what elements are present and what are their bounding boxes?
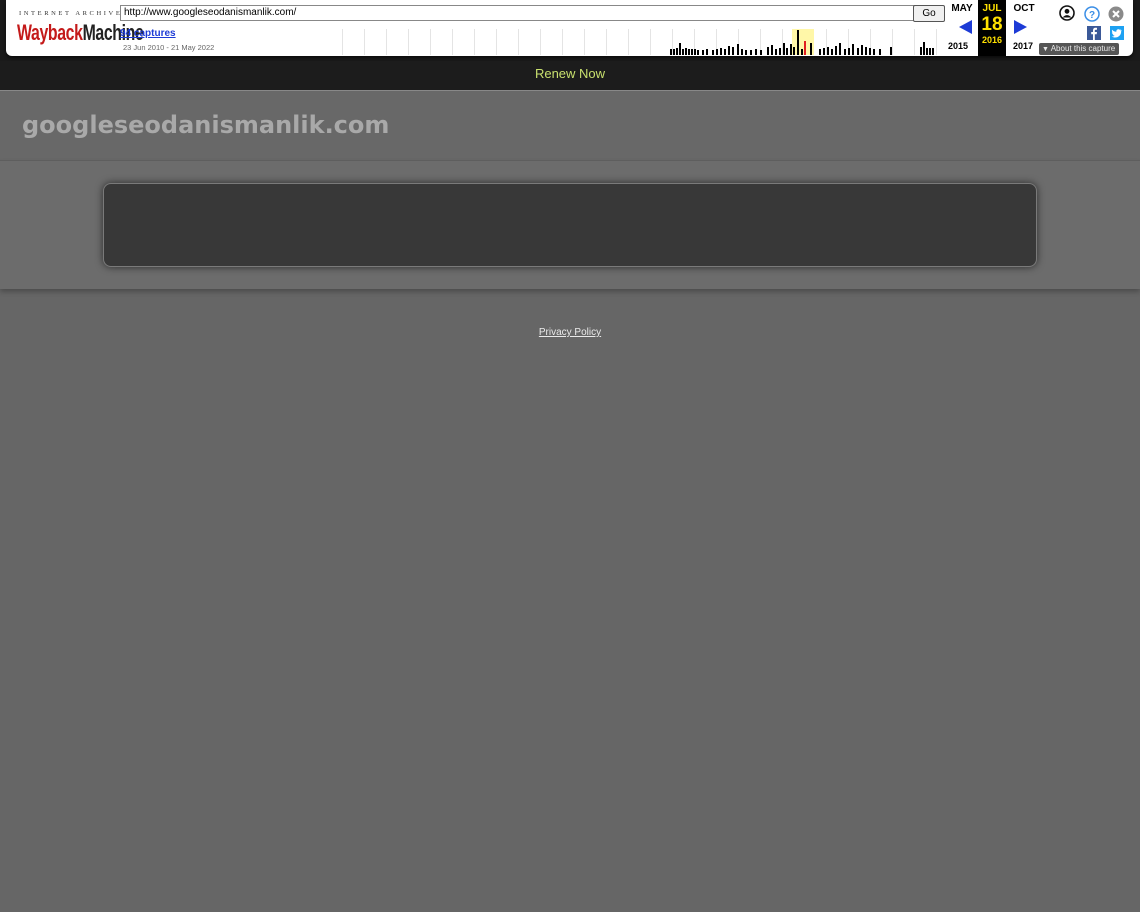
help-icon[interactable]: ?: [1084, 6, 1100, 22]
capture-date-range: 23 Jun 2010 - 21 May 2022: [123, 43, 215, 52]
facebook-icon[interactable]: [1087, 26, 1101, 40]
site-header: googleseodanismanlik.com: [0, 90, 1140, 161]
about-capture-dropdown[interactable]: ▼ About this capture: [1039, 43, 1120, 55]
prev-year-label[interactable]: 2015: [948, 41, 968, 51]
content-panel: [103, 183, 1037, 267]
wayback-logo[interactable]: INTERNET ARCHIVE WaybackMachine: [16, 8, 144, 46]
about-capture-label: About this capture: [1050, 44, 1116, 53]
next-month-label[interactable]: OCT: [1009, 3, 1039, 14]
current-month: JUL: [982, 3, 1002, 14]
chevron-down-icon: ▼: [1042, 46, 1049, 53]
close-icon[interactable]: [1108, 6, 1124, 22]
renew-banner: Renew Now: [0, 61, 1140, 90]
svg-text:?: ?: [1089, 10, 1095, 21]
current-capture-date: JUL 18 2016: [978, 0, 1006, 56]
renew-now-link[interactable]: Renew Now: [535, 66, 605, 81]
go-button[interactable]: Go: [913, 5, 945, 22]
capture-sparkline[interactable]: [342, 29, 942, 55]
current-day: 18: [981, 14, 1003, 35]
wayback-toolbar-panel: INTERNET ARCHIVE WaybackMachine http://w…: [6, 0, 1133, 56]
wayback-url-input[interactable]: http://www.googleseodanismanlik.com/: [120, 5, 915, 21]
next-capture-arrow-icon[interactable]: [1013, 20, 1027, 34]
user-icon[interactable]: [1059, 5, 1075, 21]
footer: Privacy Policy: [0, 327, 1140, 338]
captures-link[interactable]: 94 captures: [120, 28, 176, 39]
next-year-label[interactable]: 2017: [1013, 41, 1033, 51]
wayback-toolbar: INTERNET ARCHIVE WaybackMachine http://w…: [0, 0, 1140, 61]
prev-month-label[interactable]: MAY: [947, 3, 977, 14]
site-title[interactable]: googleseodanismanlik.com: [22, 111, 389, 139]
current-year: 2016: [981, 35, 1003, 45]
logo-internet-archive: INTERNET ARCHIVE: [19, 10, 123, 17]
prev-capture-arrow-icon[interactable]: [959, 20, 973, 34]
content-band: [0, 160, 1140, 289]
twitter-icon[interactable]: [1110, 26, 1124, 40]
privacy-policy-link[interactable]: Privacy Policy: [539, 327, 601, 338]
